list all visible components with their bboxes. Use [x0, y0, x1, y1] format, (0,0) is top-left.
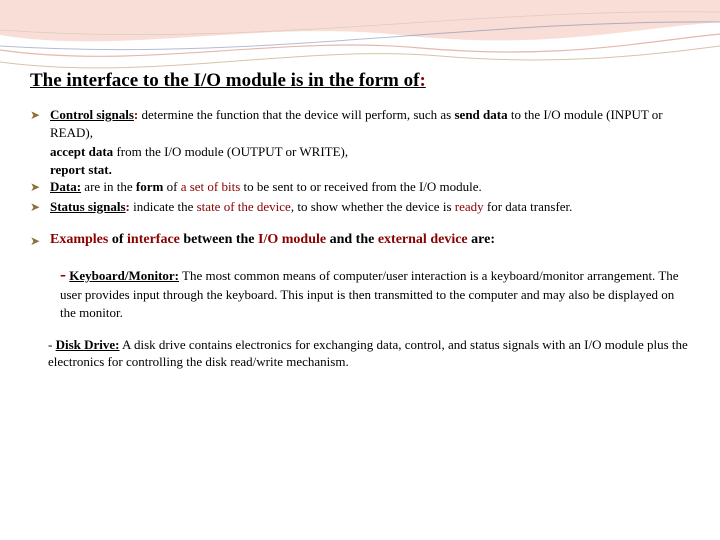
term-control-signals: Control signals	[50, 107, 134, 122]
page-title: The interface to the I/O module is in th…	[30, 70, 690, 92]
term-colon: :	[134, 107, 138, 122]
title-text: The interface to the I/O module is in th…	[30, 70, 419, 91]
text-bold: send data	[455, 107, 508, 122]
ex-red: Examples	[50, 232, 108, 247]
ex-red: interface	[127, 232, 180, 247]
text: to be sent to or received from the I/O m…	[240, 179, 482, 194]
ex-bold: are:	[468, 232, 495, 247]
sub-keyboard-monitor: - Keyboard/Monitor: The most common mean…	[30, 262, 690, 321]
text: , to show whether the device is	[291, 199, 455, 214]
sub-disk-drive: - Disk Drive: A disk drive contains elec…	[30, 336, 690, 371]
text: determine the function that the device w…	[142, 107, 455, 122]
ex-red: I/O module	[258, 232, 326, 247]
sub-title: Disk Drive:	[56, 337, 120, 352]
ex-bold: and the	[326, 232, 378, 247]
text: indicate the	[130, 199, 197, 214]
dash-icon: -	[60, 264, 66, 284]
arrow-icon: ➤	[30, 179, 40, 195]
cont-line: accept data from the I/O module (OUTPUT …	[30, 143, 690, 161]
text-bold: accept data	[50, 144, 113, 159]
dash: -	[48, 337, 56, 352]
text-bold: report stat.	[50, 162, 112, 177]
text-red: state of the device	[197, 199, 291, 214]
text-bold: form	[136, 179, 163, 194]
text: are in the	[81, 179, 136, 194]
sub-text: A disk drive contains electronics for ex…	[48, 337, 688, 370]
term-data: Data:	[50, 179, 81, 194]
bullet-control-signals: ➤ Control signals: determine the functio…	[30, 106, 690, 141]
bullet-status-signals: ➤ Status signals: indicate the state of …	[30, 198, 690, 216]
text: of	[163, 179, 180, 194]
slide: The interface to the I/O module is in th…	[0, 0, 720, 540]
content-area: The interface to the I/O module is in th…	[30, 70, 690, 371]
text: for data transfer.	[484, 199, 573, 214]
ex-bold: between the	[180, 232, 258, 247]
text-red: a set of bits	[181, 179, 241, 194]
ex-bold: of	[108, 232, 127, 247]
text: from the I/O module (OUTPUT or WRITE),	[113, 144, 348, 159]
arrow-icon: ➤	[30, 107, 40, 123]
bullet-data: ➤ Data: are in the form of a set of bits…	[30, 178, 690, 196]
arrow-icon: ➤	[30, 199, 40, 215]
sub-title: Keyboard/Monitor:	[69, 268, 179, 283]
title-colon: :	[419, 70, 425, 91]
text-red: ready	[455, 199, 484, 214]
ex-red: external device	[378, 232, 468, 247]
term-status-signals: Status signals	[50, 199, 126, 214]
arrow-icon: ➤	[30, 233, 40, 249]
cont-line: report stat.	[30, 161, 690, 179]
bullet-examples: ➤ Examples of interface between the I/O …	[30, 231, 690, 250]
